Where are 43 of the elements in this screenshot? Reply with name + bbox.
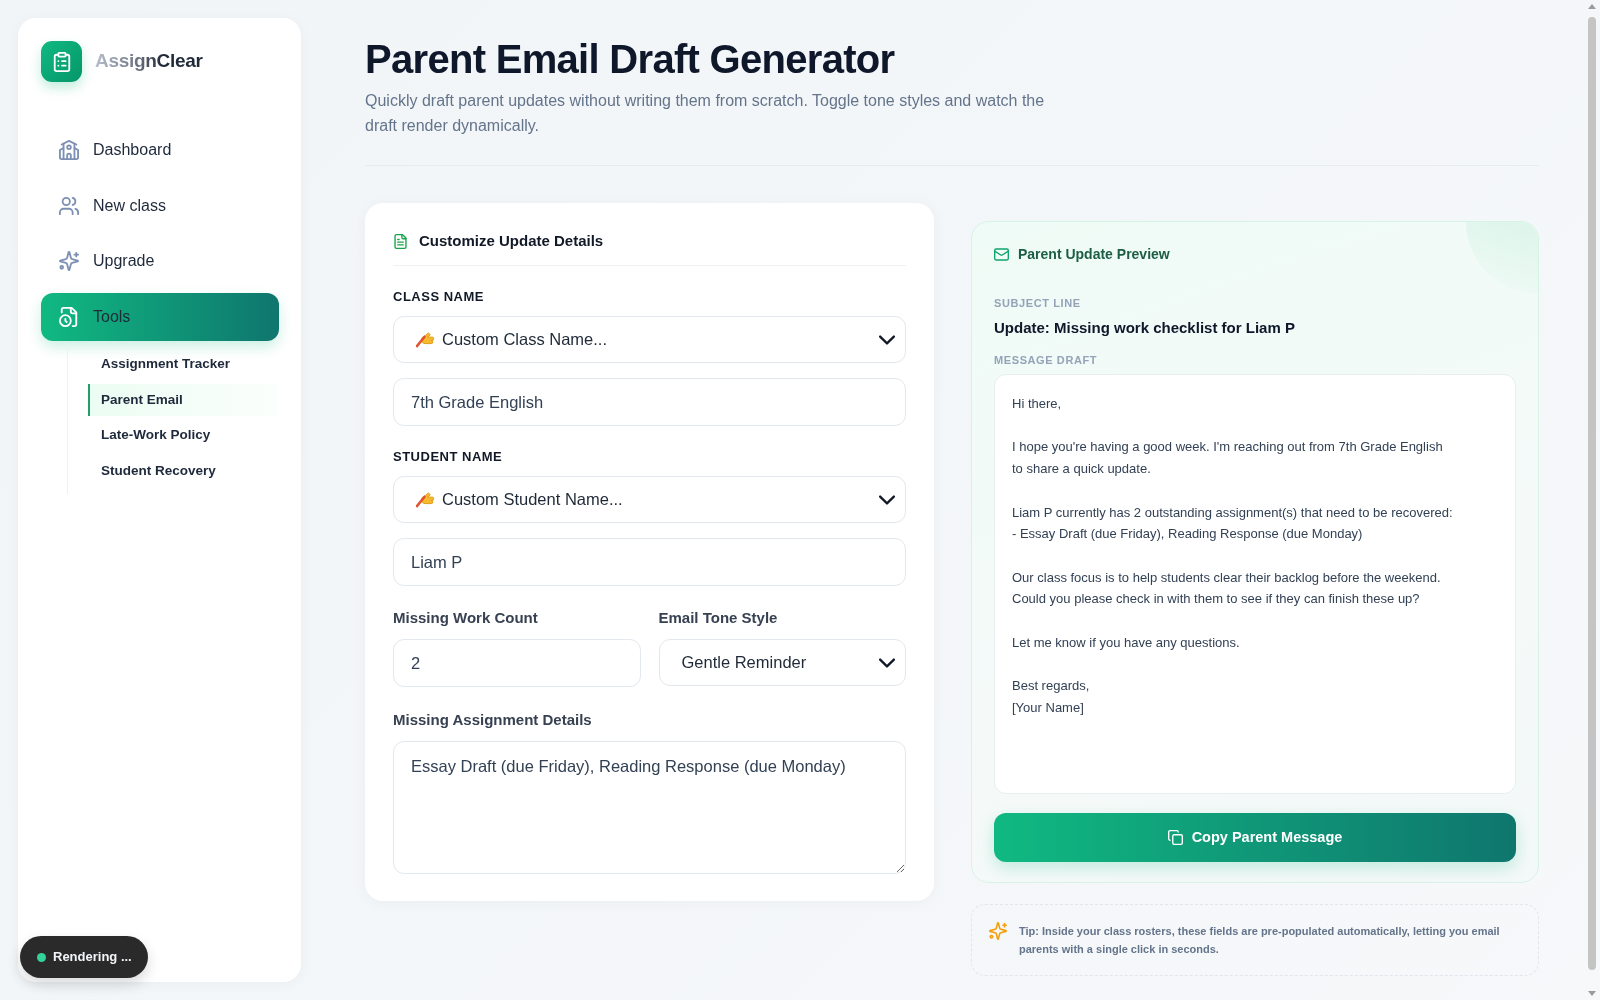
tip-text: Tip: Inside your class rosters, these fields are pre-populated automatically, letting you email parents with a single click in seconds.	[1019, 924, 1501, 957]
writing-hand-icon	[416, 490, 435, 509]
copy-icon	[1167, 830, 1183, 845]
copy-message-button[interactable]: Copy Parent Message	[994, 813, 1516, 862]
message-draft: Hi there, I hope you're having a good week. I'm reaching out from 7th Grade English to share a quick update. Liam P currently has 2 outstanding assignment(s) that need to be recovered: - Essay Draft (due Friday), Reading Response (due Monday) Our class focus is to help students clear their backlog before the weekend. Could you please check in with them to see if they can finish these up? Let me know if you have any questions. Best regards, [Your Name]	[994, 374, 1516, 794]
status-dot-icon	[37, 952, 46, 962]
card-title: Parent Update Preview	[1018, 244, 1170, 264]
sidebar-subitem[interactable]: Late-Work Policy	[88, 419, 278, 451]
document-icon	[393, 233, 408, 249]
field-label: Missing Assignment Details	[393, 710, 593, 730]
sidebar-subitem[interactable]: Assignment Tracker	[88, 348, 278, 380]
sidebar-item[interactable]: Tools	[41, 292, 279, 341]
field-label: Email Tone Style	[658, 608, 779, 628]
field-label: SUBJECT LINE	[994, 296, 1082, 310]
sidebar-item[interactable]: Dashboard	[41, 126, 279, 174]
sidebar-item[interactable]: New class	[41, 181, 279, 230]
writing-hand-icon	[416, 330, 435, 349]
status-text: Rendering ...	[53, 948, 132, 967]
sparkles-icon	[989, 922, 1007, 940]
card-title: Customize Update Details	[419, 230, 604, 251]
missing-count-input[interactable]: 2	[393, 639, 641, 687]
student-name-input[interactable]: Liam P	[393, 538, 906, 586]
users-icon	[59, 195, 79, 216]
class-name-input[interactable]: 7th Grade English	[393, 378, 906, 426]
field-label: STUDENT NAME	[393, 448, 504, 466]
file-clock-icon	[59, 306, 79, 327]
school-building-icon	[59, 140, 79, 160]
assignment-details-textarea[interactable]: Essay Draft (due Friday), Reading Response (due Monday)	[393, 741, 906, 874]
field-label: MESSAGE DRAFT	[994, 353, 1099, 367]
field-label: Missing Work Count	[393, 608, 539, 628]
clipboard-icon	[41, 41, 82, 82]
sidebar-item[interactable]: Upgrade	[41, 237, 279, 285]
sidebar-subitem[interactable]: Parent Email	[88, 383, 278, 416]
page-title: Parent Email Draft Generator	[365, 38, 896, 80]
student-name-select[interactable]: Custom Student Name...	[393, 476, 906, 523]
sidebar-subitem[interactable]: Student Recovery	[88, 454, 278, 487]
sparkles-icon	[59, 251, 79, 271]
field-label: CLASS NAME	[393, 288, 485, 306]
envelope-icon	[994, 246, 1009, 262]
tone-style-select[interactable]: Gentle Reminder	[658, 639, 906, 686]
class-name-select[interactable]: Custom Class Name...	[393, 316, 906, 363]
subject-line: Update: Missing work checklist for Liam P	[994, 318, 1296, 338]
page-subtitle: Quickly draft parent updates without writing them from scratch. Toggle tone styles and watch the draft render dynamically.	[365, 91, 1046, 136]
